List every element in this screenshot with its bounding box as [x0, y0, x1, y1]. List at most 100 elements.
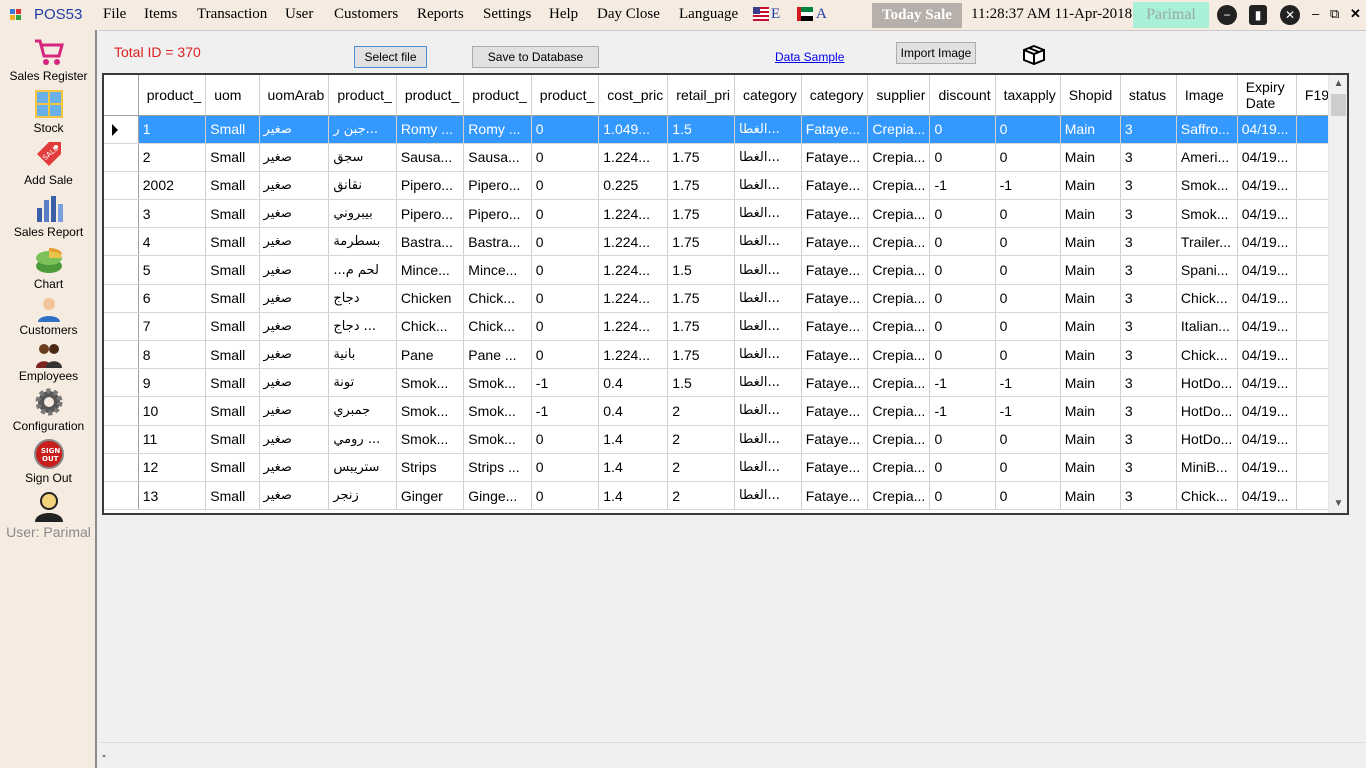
column-header[interactable]: taxapply — [995, 75, 1061, 116]
table-cell[interactable]: 2 — [138, 143, 207, 172]
row-header[interactable] — [104, 312, 139, 342]
package-icon[interactable] — [1023, 44, 1045, 66]
table-cell[interactable]: جمبري — [328, 396, 397, 426]
language-arabic[interactable]: A — [816, 6, 827, 23]
table-cell[interactable]: 04/19... — [1237, 312, 1297, 342]
table-cell[interactable]: 0 — [995, 340, 1061, 370]
column-header[interactable]: product_ — [463, 75, 532, 116]
table-cell[interactable]: 2 — [667, 481, 735, 511]
table-cell[interactable]: 8 — [138, 340, 207, 370]
table-row[interactable]: 3 Small صغير بيبروني Pipero... Pipero... 0 1.22… — [104, 199, 1347, 229]
table-cell[interactable]: Small — [205, 425, 260, 454]
table-cell[interactable]: Small — [205, 453, 260, 482]
row-header[interactable] — [104, 143, 139, 172]
table-cell[interactable]: 0 — [531, 284, 600, 313]
table-cell[interactable]: Main — [1060, 227, 1121, 257]
table-cell[interactable]: Small — [205, 396, 260, 426]
table-cell[interactable]: ... دجاج — [328, 312, 397, 342]
data-grid[interactable]: product_ uom uomArab product_ product_ p… — [102, 73, 1349, 515]
table-cell[interactable]: Strips — [396, 453, 465, 482]
table-cell[interactable]: 0 — [929, 340, 996, 370]
table-cell[interactable]: 3 — [1120, 171, 1177, 201]
table-cell[interactable]: 0.4 — [598, 368, 669, 398]
table-cell[interactable]: Chick... — [1176, 284, 1238, 313]
table-row[interactable]: 13 Small صغير زنجر Ginger Ginge... 0 1.4 2 ...الغ… — [104, 481, 1347, 511]
table-cell[interactable]: Small — [205, 284, 260, 313]
table-cell[interactable]: Main — [1060, 368, 1121, 398]
table-cell[interactable]: Romy ... — [396, 115, 465, 144]
column-header[interactable]: retail_pri — [667, 75, 735, 116]
row-header[interactable] — [104, 199, 139, 229]
table-cell[interactable]: صغير — [259, 425, 330, 454]
table-cell[interactable]: 1.75 — [667, 312, 735, 342]
table-cell[interactable]: ...الغطا — [734, 199, 802, 229]
table-cell[interactable]: 0 — [531, 115, 600, 144]
column-header[interactable]: Expiry Date — [1237, 75, 1297, 116]
table-cell[interactable]: ...الغطا — [734, 115, 802, 144]
table-cell[interactable]: صغير — [259, 227, 330, 257]
table-cell[interactable]: صغير — [259, 368, 330, 398]
column-header[interactable]: supplier — [867, 75, 931, 116]
menu-transaction[interactable]: Transaction — [197, 6, 267, 23]
table-cell[interactable]: Fataye... — [801, 340, 869, 370]
table-cell[interactable]: ...الغطا — [734, 340, 802, 370]
table-cell[interactable]: 2 — [667, 425, 735, 454]
table-cell[interactable]: ستريبس — [328, 453, 397, 482]
window-minimize-icon[interactable]: – — [1312, 6, 1319, 21]
table-cell[interactable]: 04/19... — [1237, 481, 1297, 511]
table-cell[interactable]: Pipero... — [463, 171, 532, 201]
scroll-up-icon[interactable]: ▲ — [1329, 75, 1347, 93]
table-cell[interactable]: Smok... — [463, 425, 532, 454]
table-cell[interactable]: Main — [1060, 396, 1121, 426]
table-cell[interactable]: Small — [205, 115, 260, 144]
sidebar-item-employees[interactable]: Employees — [0, 342, 97, 383]
table-cell[interactable]: -1 — [531, 368, 600, 398]
table-cell[interactable]: 3 — [1120, 312, 1177, 342]
table-cell[interactable]: Fataye... — [801, 143, 869, 172]
table-cell[interactable]: 0 — [531, 425, 600, 454]
column-header[interactable]: category — [801, 75, 869, 116]
table-cell[interactable]: Romy ... — [463, 115, 532, 144]
sidebar-item-configuration[interactable]: Configuration — [0, 386, 97, 433]
table-cell[interactable]: Bastra... — [396, 227, 465, 257]
table-cell[interactable]: صغير — [259, 115, 330, 144]
table-cell[interactable]: Small — [205, 312, 260, 342]
table-cell[interactable]: Crepia... — [867, 171, 931, 201]
table-cell[interactable]: Crepia... — [867, 425, 931, 454]
table-cell[interactable]: 3 — [138, 199, 207, 229]
table-cell[interactable]: سجق — [328, 143, 397, 172]
table-cell[interactable]: 0 — [531, 199, 600, 229]
table-cell[interactable]: Crepia... — [867, 284, 931, 313]
table-cell[interactable]: ...الغطا — [734, 255, 802, 285]
table-cell[interactable]: Ginge... — [463, 481, 532, 511]
table-row[interactable]: 1 Small صغير ...جبن ر Romy ... Romy ... 0 1.049… — [104, 115, 1347, 144]
table-cell[interactable]: Chick... — [463, 284, 532, 313]
table-cell[interactable]: ...جبن ر — [328, 115, 397, 144]
table-cell[interactable]: Mince... — [396, 255, 465, 285]
sidebar-item-sales-register[interactable]: Sales Register — [0, 36, 97, 83]
table-cell[interactable]: 3 — [1120, 227, 1177, 257]
menu-language[interactable]: Language — [679, 6, 738, 23]
table-cell[interactable]: 2002 — [138, 171, 207, 201]
table-cell[interactable]: 1.224... — [598, 312, 669, 342]
table-cell[interactable]: بانية — [328, 340, 397, 370]
table-cell[interactable]: صغير — [259, 143, 330, 172]
table-cell[interactable]: Small — [205, 227, 260, 257]
table-cell[interactable]: صغير — [259, 312, 330, 342]
table-cell[interactable]: Fataye... — [801, 171, 869, 201]
table-row[interactable]: 7 Small صغير... دجاج Chick... Chick... 0 1.224… — [104, 312, 1347, 342]
table-cell[interactable]: Sausa... — [396, 143, 465, 172]
table-cell[interactable]: 3 — [1120, 425, 1177, 454]
row-header[interactable] — [104, 481, 139, 511]
table-row[interactable]: 2 Small صغير سجق Sausa... Sausa... 0 1.224... 1.… — [104, 143, 1347, 172]
row-header[interactable] — [104, 340, 139, 370]
table-cell[interactable]: Chick... — [396, 312, 465, 342]
table-cell[interactable]: 04/19... — [1237, 368, 1297, 398]
table-cell[interactable]: 2 — [667, 396, 735, 426]
table-cell[interactable]: 1.224... — [598, 227, 669, 257]
table-cell[interactable]: 1.5 — [667, 255, 735, 285]
column-header[interactable]: uom — [205, 75, 260, 116]
table-cell[interactable]: 04/19... — [1237, 396, 1297, 426]
table-cell[interactable]: Bastra... — [463, 227, 532, 257]
table-cell[interactable]: 1.75 — [667, 284, 735, 313]
